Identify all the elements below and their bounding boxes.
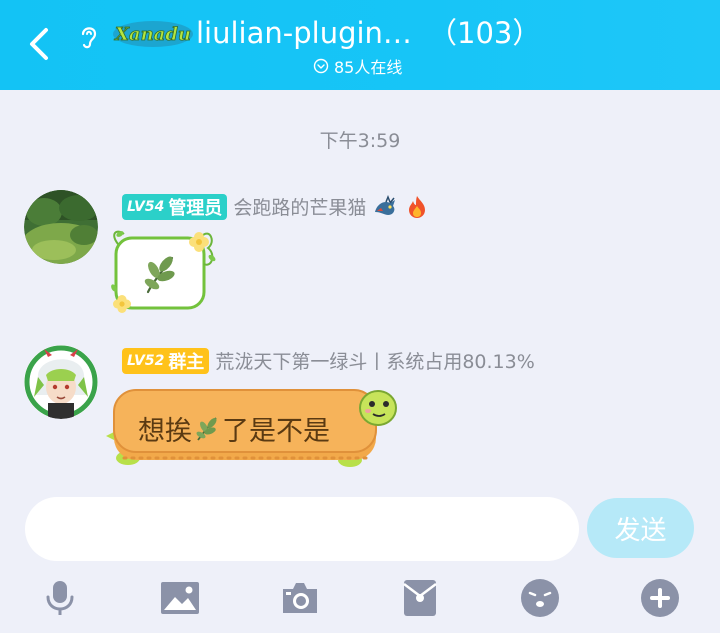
chevron-down-circle-icon [313, 58, 329, 74]
online-status[interactable]: 85人在线 [313, 55, 402, 77]
message-text: 想挨 了是不是 [138, 409, 330, 448]
group-logo: Xanadu [113, 21, 193, 47]
level-label: LV54 [127, 198, 165, 215]
message-timestamp: 下午3:59 [319, 130, 401, 152]
sender-nickname[interactable]: 荒泷天下第一绿斗丨系统占用80.13% [215, 347, 534, 374]
message-meta: LV52 群主 荒泷天下第一绿斗丨系统占用80.13% [122, 347, 535, 374]
message-text-part: 了是不是 [222, 416, 330, 447]
chat-header: Xanadu liulian-plugin… （103） 85人在线 [0, 0, 720, 90]
member-count: （103） [428, 16, 542, 50]
leaf-sticker[interactable] [108, 224, 220, 316]
online-count: 85人在线 [334, 58, 403, 77]
image-icon[interactable] [160, 578, 200, 618]
emoji-icon[interactable] [520, 578, 560, 618]
svg-text:Xanadu: Xanadu [114, 24, 191, 45]
avatar[interactable] [24, 190, 98, 264]
level-badge-owner: LV52 群主 [122, 347, 210, 374]
role-label: 管理员 [168, 197, 223, 219]
message-meta: LV54 管理员 会跑路的芒果猫 [122, 193, 430, 220]
avatar[interactable] [24, 345, 98, 419]
back-arrow-icon[interactable] [22, 24, 58, 64]
fire-icon [409, 195, 426, 218]
ear-icon[interactable] [76, 22, 102, 50]
red-packet-icon[interactable] [400, 578, 440, 618]
sender-nickname[interactable]: 会跑路的芒果猫 [233, 193, 366, 220]
level-badge-admin: LV54 管理员 [122, 193, 228, 220]
microphone-icon[interactable] [40, 578, 80, 618]
dragon-icon [375, 194, 396, 215]
role-label: 群主 [168, 351, 205, 373]
level-label: LV52 [127, 352, 165, 369]
chat-title[interactable]: liulian-plugin… [196, 14, 412, 52]
message-text-part: 想挨 [138, 416, 192, 447]
leaf-emoji-icon [196, 416, 217, 441]
send-button[interactable]: 发送 [587, 498, 694, 558]
plus-icon[interactable] [640, 578, 680, 618]
message-input[interactable] [25, 497, 579, 561]
camera-icon[interactable] [280, 578, 320, 618]
